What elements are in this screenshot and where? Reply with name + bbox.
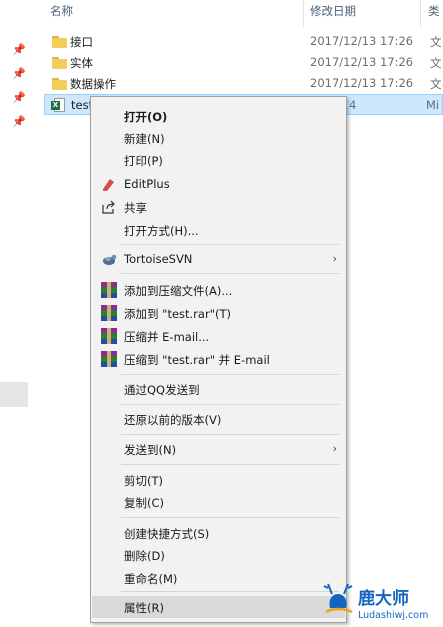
file-row[interactable]: 数据操作 2017/12/13 17:26 文 (44, 73, 443, 94)
menu-item-share[interactable]: 共享 (92, 196, 345, 218)
watermark-logo: 鹿大师 Ludashiwj.com (318, 578, 443, 624)
file-name: 实体 (70, 56, 93, 70)
deer-logo-icon (323, 583, 353, 614)
menu-separator (121, 244, 339, 245)
menu-item-label: EditPlus (124, 177, 170, 191)
menu-item-compress-test-rar-email[interactable]: 压缩到 "test.rar" 并 E-mail (92, 348, 345, 370)
file-type: 文 (430, 35, 442, 49)
file-date: 2017/12/13 17:26 (310, 76, 414, 90)
file-type: Mi (426, 98, 440, 112)
watermark-url: Ludashiwj.com (358, 610, 428, 621)
winrar-icon (101, 351, 117, 367)
menu-item-label: 共享 (124, 201, 147, 215)
column-divider[interactable] (303, 0, 304, 28)
menu-separator (121, 434, 339, 435)
menu-item-label: 压缩并 E-mail... (124, 330, 210, 344)
file-row[interactable]: 实体 2017/12/13 17:26 文 (44, 52, 443, 73)
pin-icon[interactable]: 📌 (12, 68, 26, 80)
context-menu: 打开(O) 新建(N) 打印(P) EditPlus 共享 打开方式(H)...… (90, 96, 347, 623)
menu-separator (121, 374, 339, 375)
menu-item-label: 复制(C) (124, 496, 165, 510)
column-header-name[interactable]: 名称 (50, 0, 73, 26)
menu-item-label: 添加到压缩文件(A)... (124, 284, 233, 298)
watermark-title: 鹿大师 (358, 588, 409, 609)
file-date: 2017/12/13 17:26 (310, 34, 414, 48)
menu-item-label: 剪切(T) (124, 474, 163, 488)
menu-item-editplus[interactable]: EditPlus (92, 173, 345, 195)
file-type: 文 (430, 77, 442, 91)
menu-item-open[interactable]: 打开(O) (92, 105, 345, 127)
menu-item-cut[interactable]: 剪切(T) (92, 469, 345, 491)
submenu-arrow-icon: › (332, 442, 337, 455)
menu-item-label: TortoiseSVN (124, 252, 193, 266)
menu-item-restore-previous-versions[interactable]: 还原以前的版本(V) (92, 408, 345, 430)
menu-item-print[interactable]: 打印(P) (92, 149, 345, 171)
menu-item-label: 新建(N) (124, 132, 165, 146)
column-header-bar (30, 0, 443, 28)
menu-item-label: 发送到(N) (124, 443, 177, 457)
menu-separator (121, 517, 339, 518)
menu-item-add-to-test-rar[interactable]: 添加到 "test.rar"(T) (92, 302, 345, 324)
menu-item-label: 重命名(M) (124, 572, 178, 586)
menu-item-label: 属性(R) (124, 601, 164, 615)
pin-icon[interactable]: 📌 (12, 44, 26, 56)
folder-icon (52, 36, 67, 48)
menu-item-label: 创建快捷方式(S) (124, 527, 210, 541)
menu-item-rename[interactable]: 重命名(M) (92, 567, 345, 589)
share-icon (101, 199, 117, 215)
menu-separator (121, 464, 339, 465)
menu-item-new[interactable]: 新建(N) (92, 127, 345, 149)
folder-icon (52, 57, 67, 69)
menu-item-create-shortcut[interactable]: 创建快捷方式(S) (92, 522, 345, 544)
file-name: 数据操作 (70, 77, 116, 91)
pin-icon[interactable]: 📌 (12, 116, 26, 128)
menu-item-label: 还原以前的版本(V) (124, 413, 222, 427)
excel-file-icon: X (51, 98, 65, 112)
menu-item-label: 压缩到 "test.rar" 并 E-mail (124, 353, 270, 367)
menu-item-add-to-archive[interactable]: 添加到压缩文件(A)... (92, 279, 345, 301)
winrar-icon (101, 328, 117, 344)
editplus-icon (101, 176, 117, 192)
file-date: 2017/12/13 17:26 (310, 55, 414, 69)
menu-separator (121, 273, 339, 274)
menu-separator (121, 591, 339, 592)
menu-item-send-to[interactable]: 发送到(N) › (92, 438, 345, 460)
menu-item-tortoisesvn[interactable]: TortoiseSVN › (92, 248, 345, 270)
menu-item-label: 打开方式(H)... (124, 224, 199, 238)
menu-item-compress-and-email[interactable]: 压缩并 E-mail... (92, 325, 345, 347)
file-type: 文 (430, 56, 442, 70)
column-header-type[interactable]: 类 (428, 0, 440, 26)
menu-item-label: 添加到 "test.rar"(T) (124, 307, 231, 321)
file-row[interactable]: 接口 2017/12/13 17:26 文 (44, 31, 443, 52)
column-divider[interactable] (420, 0, 421, 28)
menu-item-label: 删除(D) (124, 549, 165, 563)
menu-item-delete[interactable]: 删除(D) (92, 544, 345, 566)
menu-item-label: 打开(O) (124, 110, 168, 124)
folder-icon (52, 78, 67, 90)
menu-item-open-with[interactable]: 打开方式(H)... (92, 219, 345, 241)
submenu-arrow-icon: › (332, 252, 337, 265)
menu-item-label: 打印(P) (124, 154, 163, 168)
menu-item-properties[interactable]: 属性(R) (92, 596, 345, 618)
tortoisesvn-icon (101, 251, 117, 267)
nav-scroll-indicator[interactable] (0, 382, 28, 407)
winrar-icon (101, 282, 117, 298)
winrar-icon (101, 305, 117, 321)
pin-icon[interactable]: 📌 (12, 92, 26, 104)
menu-item-label: 通过QQ发送到 (124, 383, 200, 397)
menu-item-copy[interactable]: 复制(C) (92, 491, 345, 513)
file-name: 接口 (70, 35, 93, 49)
menu-item-send-via-qq[interactable]: 通过QQ发送到 (92, 378, 345, 400)
menu-separator (121, 404, 339, 405)
column-header-date[interactable]: 修改日期 (310, 0, 356, 26)
